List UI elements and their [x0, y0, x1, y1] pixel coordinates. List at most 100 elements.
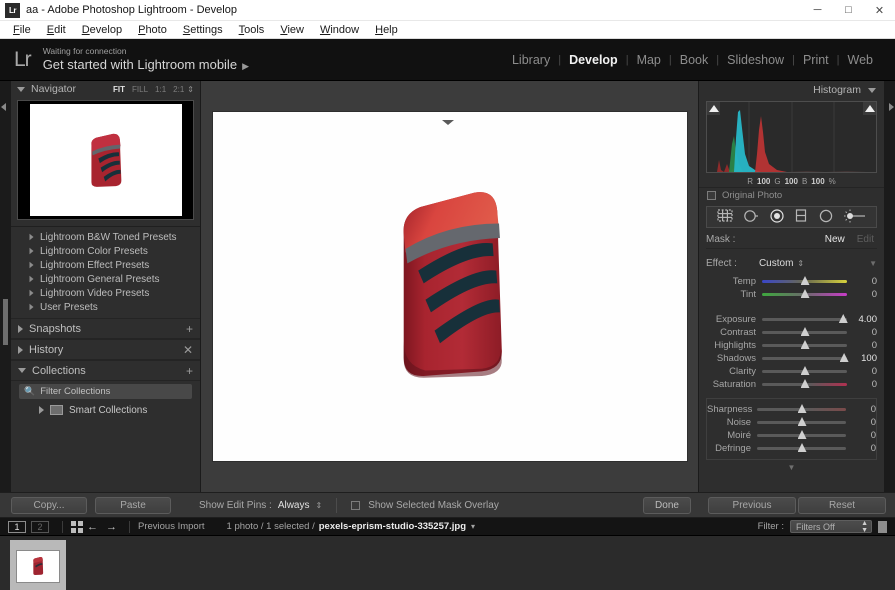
- preset-group-3[interactable]: Lightroom General Presets: [11, 272, 200, 286]
- slider-value[interactable]: 0: [847, 327, 877, 338]
- module-slideshow[interactable]: Slideshow: [719, 53, 792, 67]
- top-panel-collapse-arrow[interactable]: [441, 120, 454, 125]
- grid-view-icon[interactable]: [71, 520, 83, 533]
- menu-file[interactable]: File: [5, 23, 39, 37]
- preset-group-1[interactable]: Lightroom Color Presets: [11, 244, 200, 258]
- menu-edit[interactable]: Edit: [39, 23, 74, 37]
- slider-moir[interactable]: Moiré 0: [707, 429, 876, 442]
- shadow-clipping-indicator[interactable]: [707, 102, 720, 115]
- slider-clarity[interactable]: Clarity 0: [706, 365, 877, 378]
- spot-removal-icon[interactable]: [743, 209, 759, 226]
- slider-saturation[interactable]: Saturation 0: [706, 378, 877, 391]
- module-develop[interactable]: Develop: [561, 53, 626, 67]
- slider-track[interactable]: [757, 430, 846, 439]
- effect-value[interactable]: Custom: [759, 258, 793, 269]
- clear-history-icon[interactable]: ✕: [183, 343, 193, 357]
- paste-button[interactable]: Paste: [95, 496, 171, 514]
- menu-view[interactable]: View: [272, 23, 312, 37]
- slider-knob[interactable]: [797, 430, 807, 439]
- back-arrow-icon[interactable]: ←: [87, 521, 98, 533]
- slider-noise[interactable]: Noise 0: [707, 416, 876, 429]
- slider-track[interactable]: [762, 340, 847, 349]
- current-filename[interactable]: pexels-eprism-studio-335257.jpg: [319, 521, 466, 532]
- zoom-stepper-icon[interactable]: ⇕: [187, 85, 194, 94]
- right-panel-collapse-strip[interactable]: [884, 81, 895, 492]
- adjustment-slider-icon[interactable]: [844, 209, 866, 226]
- show-edit-pins-stepper-icon[interactable]: ⇕: [316, 501, 323, 510]
- slider-knob[interactable]: [800, 276, 810, 285]
- menu-settings[interactable]: Settings: [175, 23, 231, 37]
- zoom-level-fit[interactable]: FIT: [113, 85, 125, 94]
- menu-develop[interactable]: Develop: [74, 23, 130, 37]
- slider-track[interactable]: [762, 379, 847, 388]
- slider-track[interactable]: [757, 443, 846, 452]
- slider-value[interactable]: 0: [847, 366, 877, 377]
- module-book[interactable]: Book: [672, 53, 717, 67]
- slider-value[interactable]: 4.00: [847, 314, 878, 325]
- history-section-header[interactable]: History ✕: [11, 339, 200, 360]
- slider-track[interactable]: [762, 314, 848, 323]
- slider-value[interactable]: 0: [846, 404, 876, 415]
- slider-value[interactable]: 0: [847, 276, 877, 287]
- slider-track[interactable]: [762, 327, 847, 336]
- add-collection-icon[interactable]: +: [186, 364, 193, 378]
- slider-value[interactable]: 0: [847, 340, 877, 351]
- snapshots-section-header[interactable]: Snapshots +: [11, 318, 200, 339]
- mask-edit-button[interactable]: Edit: [857, 234, 874, 245]
- graduated-filter-icon[interactable]: [794, 209, 808, 225]
- left-panel-scrollbar[interactable]: [3, 298, 8, 345]
- slider-contrast[interactable]: Contrast 0: [706, 326, 877, 339]
- slider-track[interactable]: [762, 366, 847, 375]
- show-edit-pins-value[interactable]: Always: [278, 500, 310, 511]
- mobile-cta[interactable]: Get started with Lightroom mobile ▶: [43, 57, 249, 72]
- mask-new-button[interactable]: New: [825, 234, 845, 245]
- slider-knob[interactable]: [800, 289, 810, 298]
- slider-track[interactable]: [762, 276, 847, 285]
- slider-track[interactable]: [762, 353, 849, 362]
- previous-button[interactable]: Previous: [708, 496, 796, 514]
- checkbox-icon[interactable]: [707, 191, 716, 200]
- menu-help[interactable]: Help: [367, 23, 406, 37]
- slider-track[interactable]: [757, 417, 846, 426]
- right-panel-collapse-arrow[interactable]: ▼: [699, 463, 884, 472]
- histogram-chart[interactable]: [706, 101, 877, 173]
- slider-knob[interactable]: [797, 404, 807, 413]
- slider-highlights[interactable]: Highlights 0: [706, 339, 877, 352]
- filmstrip-thumbnail[interactable]: [10, 540, 66, 590]
- filter-select[interactable]: Filters Off ▲ ▼: [790, 520, 872, 534]
- slider-knob[interactable]: [800, 327, 810, 336]
- slider-knob[interactable]: [797, 443, 807, 452]
- page-1-button[interactable]: 1: [8, 520, 26, 533]
- preset-group-0[interactable]: Lightroom B&W Toned Presets: [11, 230, 200, 244]
- mask-overlay-checkbox[interactable]: [351, 500, 361, 510]
- slider-knob[interactable]: [800, 379, 810, 388]
- slider-value[interactable]: 0: [846, 417, 876, 428]
- filter-collections-input[interactable]: 🔍 Filter Collections: [19, 384, 192, 399]
- slider-value[interactable]: 0: [846, 443, 876, 454]
- close-button[interactable]: ✕: [864, 0, 895, 21]
- filename-caret-icon[interactable]: ▾: [471, 522, 475, 531]
- slider-track[interactable]: [762, 289, 847, 298]
- source-label[interactable]: Previous Import: [138, 521, 205, 532]
- slider-value[interactable]: 0: [846, 430, 876, 441]
- navigator-preview[interactable]: [17, 100, 194, 220]
- menu-tools[interactable]: Tools: [231, 23, 273, 37]
- slider-defringe[interactable]: Defringe 0: [707, 442, 876, 455]
- copy-button[interactable]: Copy...: [11, 496, 87, 514]
- filter-flag-icon[interactable]: [878, 520, 887, 533]
- slider-knob[interactable]: [800, 340, 810, 349]
- preset-group-5[interactable]: User Presets: [11, 300, 200, 314]
- slider-sharpness[interactable]: Sharpness 0: [707, 403, 876, 416]
- zoom-level-2-1[interactable]: 2:1: [173, 85, 184, 94]
- maximize-button[interactable]: □: [833, 0, 864, 21]
- slider-exposure[interactable]: Exposure 4.00: [706, 313, 877, 326]
- slider-knob[interactable]: [800, 366, 810, 375]
- module-library[interactable]: Library: [504, 53, 558, 67]
- radial-filter-icon[interactable]: [818, 209, 834, 226]
- histogram-header[interactable]: Histogram: [699, 81, 884, 99]
- slider-shadows[interactable]: Shadows 100: [706, 352, 877, 365]
- menu-photo[interactable]: Photo: [130, 23, 175, 37]
- highlight-clipping-indicator[interactable]: [863, 102, 876, 115]
- forward-arrow-icon[interactable]: →: [106, 521, 117, 533]
- slider-track[interactable]: [757, 404, 846, 413]
